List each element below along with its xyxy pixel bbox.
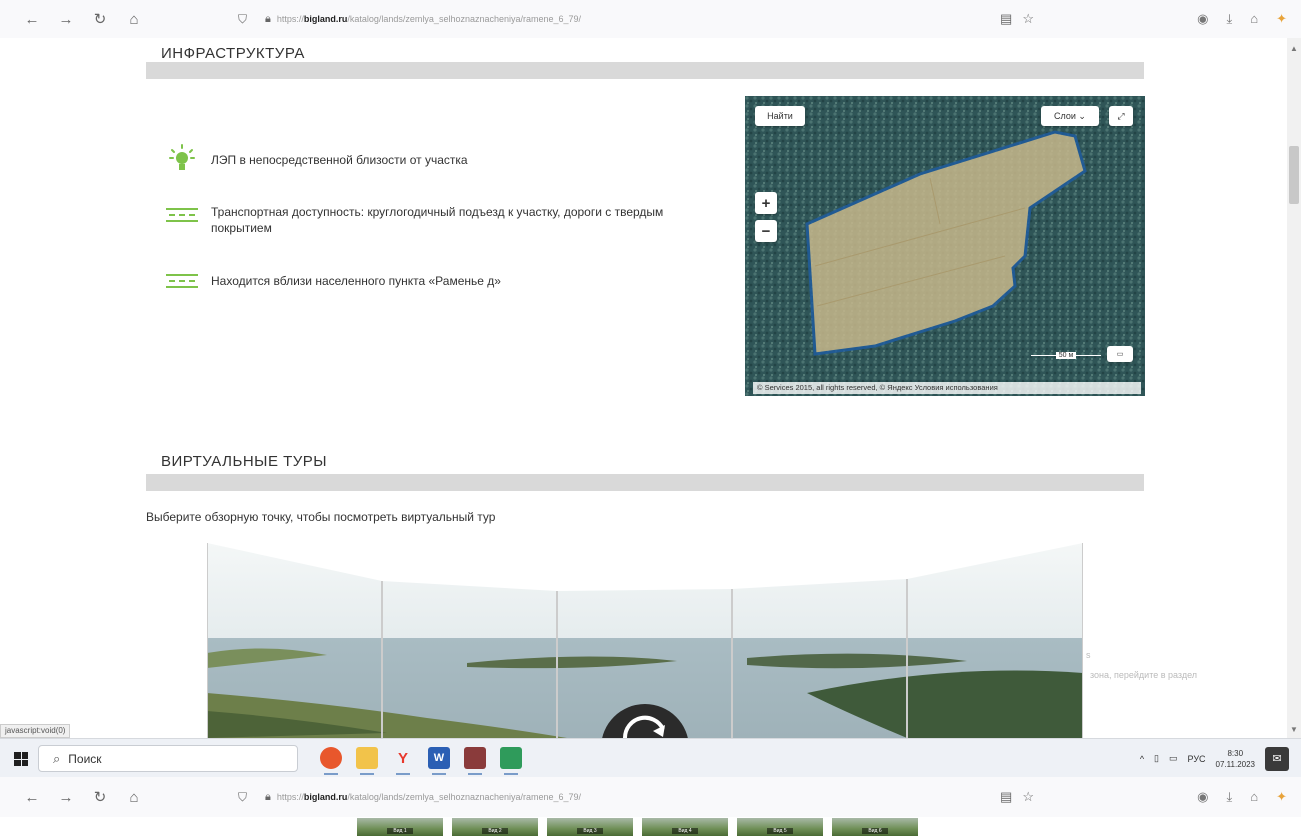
bookmark-star-icon[interactable]: ☆: [1022, 789, 1034, 805]
lightbulb-icon: [165, 144, 199, 170]
reader-view-icon[interactable]: ▤: [1000, 11, 1012, 27]
network-icon[interactable]: ▭: [1169, 753, 1178, 764]
scroll-up-icon[interactable]: ▲: [1290, 44, 1298, 53]
tour-thumbnails: Вид 1 Вид 2 Вид 3 Вид 4 Вид 5 Вид 6: [357, 818, 918, 836]
home-icon[interactable]: ⌂: [122, 785, 146, 809]
url-path: /katalog/lands/zemlya_selhoznaznacheniya…: [347, 14, 582, 24]
fullscreen-icon[interactable]: ⤢: [1109, 106, 1133, 126]
infra-item-text: ЛЭП в непосредственной близости от участ…: [211, 153, 468, 167]
firefox-icon[interactable]: [320, 747, 342, 775]
address-bar[interactable]: ⛉ 🔒︎ https://bigland.ru/katalog/lands/ze…: [238, 5, 1046, 33]
lock-icon: 🔒︎: [265, 790, 271, 803]
shield-icon: ⛉: [238, 11, 248, 26]
word-icon[interactable]: W: [428, 747, 450, 775]
clock-time: 8:30: [1227, 748, 1244, 758]
system-tray: ^ ▯ ▭ РУС 8:30 07.11.2023 ✉: [1140, 739, 1289, 778]
url-prefix: https://: [276, 14, 304, 24]
panorama-viewer[interactable]: [207, 543, 1083, 738]
downloads-icon[interactable]: ⤓: [1226, 11, 1232, 27]
infra-bar: [146, 62, 1144, 79]
page-content: ИНФРАСТРУКТУРА ЛЭП в непосредственной бл…: [0, 38, 1301, 738]
map-scale: 50 м: [1031, 350, 1102, 360]
tour-thumbnail[interactable]: Вид 2: [452, 818, 538, 836]
satellite-map[interactable]: Найти Слои ⌄ ⤢ + − 50 м ▭ © Services 201…: [745, 96, 1145, 396]
tour-thumbnail[interactable]: Вид 6: [832, 818, 918, 836]
home-icon[interactable]: ⌂: [122, 7, 146, 31]
infra-title: ИНФРАСТРУКТУРА: [161, 45, 305, 62]
tours-bar: [146, 474, 1144, 491]
road-icon: [165, 204, 199, 226]
url-prefix: https://: [276, 792, 304, 802]
extensions-icon[interactable]: ⌂: [1250, 789, 1258, 805]
infra-item-transport: Транспортная доступность: круглогодичный…: [165, 204, 725, 236]
infra-item-text: Транспортная доступность: круглогодичный…: [211, 205, 664, 235]
tray-chevron-icon[interactable]: ^: [1140, 754, 1144, 764]
menu-icon[interactable]: ✦: [1276, 789, 1287, 805]
map-ruler-button[interactable]: ▭: [1107, 346, 1133, 362]
excel-icon[interactable]: [500, 747, 522, 775]
faded-text-1: s: [1086, 650, 1091, 660]
zoom-out-button[interactable]: −: [755, 220, 777, 242]
tours-title: ВИРТУАЛЬНЫЕ ТУРЫ: [161, 453, 328, 470]
file-explorer-icon[interactable]: [356, 747, 378, 775]
reload-icon[interactable]: ↻: [88, 7, 112, 31]
tour-thumbnail[interactable]: Вид 5: [737, 818, 823, 836]
chevron-down-icon: ⌄: [1078, 110, 1086, 121]
map-layers-label: Слои: [1054, 111, 1076, 121]
pocket-icon[interactable]: ◉: [1197, 789, 1208, 805]
scrollbar-thumb[interactable]: [1289, 146, 1299, 204]
scroll-down-icon[interactable]: ▼: [1290, 725, 1298, 734]
back-icon[interactable]: ←: [20, 7, 44, 31]
tours-hint: Выберите обзорную точку, чтобы посмотрет…: [146, 510, 496, 524]
back-icon[interactable]: ←: [20, 785, 44, 809]
page-scrollbar[interactable]: ▲ ▼: [1287, 38, 1301, 738]
infra-item-power: ЛЭП в непосредственной близости от участ…: [165, 144, 468, 170]
shield-icon: ⛉: [238, 789, 248, 804]
clock[interactable]: 8:30 07.11.2023: [1216, 748, 1255, 770]
faded-text-2: зона, перейдите в раздел: [1090, 670, 1198, 680]
url-domain: bigland.ru: [303, 14, 348, 24]
media-app-icon[interactable]: [464, 747, 486, 775]
lock-icon: 🔒︎: [265, 12, 271, 25]
zoom-in-button[interactable]: +: [755, 192, 777, 214]
status-url: javascript:void(0): [0, 724, 71, 738]
url-domain: bigland.ru: [303, 792, 348, 802]
map-find-button[interactable]: Найти: [755, 106, 805, 126]
tour-thumbnail[interactable]: Вид 1: [357, 818, 443, 836]
infra-item-settlement: Находится вблизи населенного пункта «Рам…: [165, 270, 501, 292]
windows-taskbar: ⌕ Поиск Y W ^ ▯ ▭ РУС 8:30 07.11.2023 ✉: [0, 738, 1301, 777]
pocket-icon[interactable]: ◉: [1197, 11, 1208, 27]
browser-toolbar: ← → ↻ ⌂ ⛉ 🔒︎ https://bigland.ru/katalog/…: [0, 0, 1301, 38]
panorama-image: [207, 543, 1083, 738]
tour-thumbnail[interactable]: Вид 3: [547, 818, 633, 836]
reader-view-icon[interactable]: ▤: [1000, 789, 1012, 805]
yandex-icon[interactable]: Y: [392, 747, 414, 775]
extensions-icon[interactable]: ⌂: [1250, 11, 1258, 27]
taskbar-search[interactable]: ⌕ Поиск: [38, 745, 298, 772]
url-path: /katalog/lands/zemlya_selhoznaznacheniya…: [347, 792, 582, 802]
downloads-icon[interactable]: ⤓: [1226, 789, 1232, 805]
browser-toolbar-2: ← → ↻ ⌂ ⛉ 🔒︎ https://bigland.ru/katalog/…: [0, 777, 1301, 817]
windows-start-icon[interactable]: [14, 752, 28, 766]
map-layers-button[interactable]: Слои ⌄: [1041, 106, 1099, 126]
address-bar-2[interactable]: ⛉ 🔒︎ https://bigland.ru/katalog/lands/ze…: [238, 783, 1046, 811]
tour-thumbnail[interactable]: Вид 4: [642, 818, 728, 836]
battery-icon[interactable]: ▯: [1154, 753, 1159, 764]
road-icon: [165, 270, 199, 292]
map-attribution: © Services 2015, all rights reserved, © …: [753, 382, 1141, 394]
reload-icon[interactable]: ↻: [88, 785, 112, 809]
search-icon: ⌕: [53, 750, 61, 766]
clock-date: 07.11.2023: [1215, 759, 1255, 769]
bookmark-star-icon[interactable]: ☆: [1022, 11, 1034, 27]
map-scale-label: 50 м: [1055, 351, 1077, 359]
language-indicator[interactable]: РУС: [1188, 754, 1206, 764]
forward-icon[interactable]: →: [54, 785, 78, 809]
forward-icon[interactable]: →: [54, 7, 78, 31]
taskbar-search-placeholder: Поиск: [68, 751, 102, 766]
infra-item-text: Находится вблизи населенного пункта «Рам…: [211, 274, 501, 288]
notifications-icon[interactable]: ✉: [1265, 746, 1289, 771]
nav-buttons: ← → ↻ ⌂: [16, 7, 146, 31]
menu-icon[interactable]: ✦: [1276, 11, 1287, 27]
